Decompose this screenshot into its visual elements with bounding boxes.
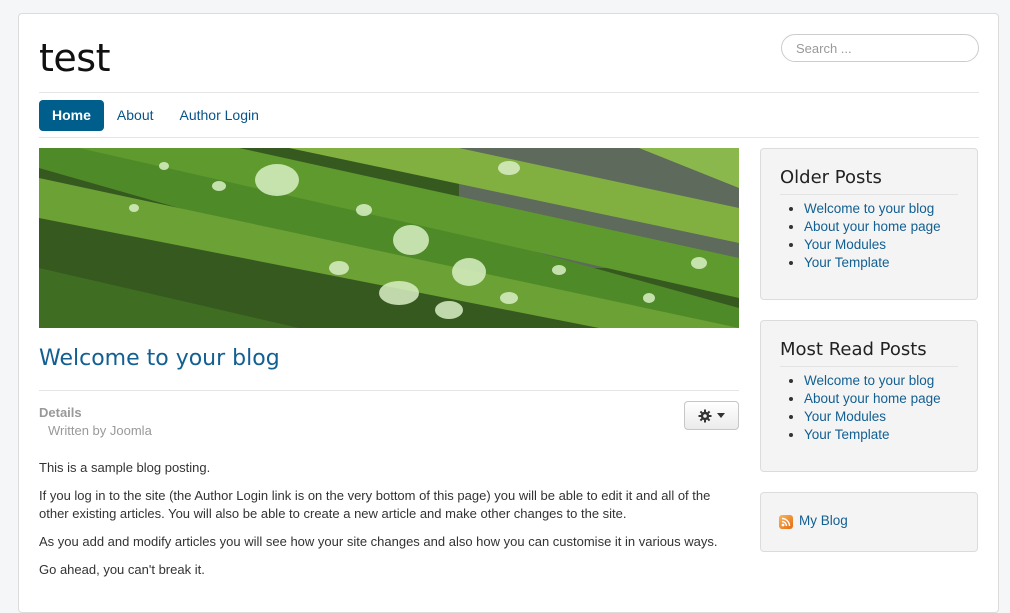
list-item: Your Template <box>804 254 977 272</box>
divider <box>39 92 979 93</box>
main-nav: Home About Author Login <box>39 100 272 131</box>
list-item: About your home page <box>804 390 977 408</box>
post-link[interactable]: About your home page <box>804 219 941 234</box>
article-tools-button[interactable] <box>684 401 739 430</box>
list-item: Welcome to your blog <box>804 200 977 218</box>
my-blog-feed-link[interactable]: My Blog <box>799 513 848 528</box>
article-title[interactable]: Welcome to your blog <box>39 346 280 371</box>
most-read-module: Most Read Posts Welcome to your blog Abo… <box>760 320 978 472</box>
post-link[interactable]: Your Modules <box>804 409 886 424</box>
post-link[interactable]: Welcome to your blog <box>804 373 934 388</box>
post-link[interactable]: Your Modules <box>804 237 886 252</box>
header-image <box>39 148 739 328</box>
article-paragraph: As you add and modify articles you will … <box>39 534 718 549</box>
list-item: Your Modules <box>804 408 977 426</box>
divider <box>780 366 958 367</box>
site-title[interactable]: test <box>39 36 110 80</box>
list-item: Welcome to your blog <box>804 372 977 390</box>
gear-icon <box>698 409 712 422</box>
feed-link-row: My Blog <box>761 493 977 529</box>
caret-down-icon <box>717 413 725 418</box>
article-paragraph: Go ahead, you can't break it. <box>39 562 205 577</box>
nav-item-home[interactable]: Home <box>39 100 104 131</box>
grass-droplets-image <box>39 148 739 328</box>
search-input[interactable] <box>781 34 979 62</box>
article-body: This is a sample blog posting. If you lo… <box>39 459 739 589</box>
page-card: test Home About Author Login <box>18 13 999 613</box>
module-title: Most Read Posts <box>780 339 927 360</box>
post-link[interactable]: About your home page <box>804 391 941 406</box>
list-item: Your Template <box>804 426 977 444</box>
most-read-list: Welcome to your blog About your home pag… <box>761 372 977 444</box>
post-link[interactable]: Your Template <box>804 255 890 270</box>
module-title: Older Posts <box>780 167 882 188</box>
article-author: Written by Joomla <box>48 423 152 438</box>
article-paragraph: This is a sample blog posting. <box>39 460 211 475</box>
divider <box>39 137 979 138</box>
nav-item-author-login[interactable]: Author Login <box>167 100 272 131</box>
feed-module: My Blog <box>760 492 978 552</box>
rss-icon <box>779 515 793 529</box>
divider <box>780 194 958 195</box>
older-posts-list: Welcome to your blog About your home pag… <box>761 200 977 272</box>
details-label: Details <box>39 405 82 420</box>
list-item: Your Modules <box>804 236 977 254</box>
article-paragraph: If you log in to the site (the Author Lo… <box>39 488 711 521</box>
list-item: About your home page <box>804 218 977 236</box>
post-link[interactable]: Welcome to your blog <box>804 201 934 216</box>
nav-item-about[interactable]: About <box>104 100 167 131</box>
post-link[interactable]: Your Template <box>804 427 890 442</box>
older-posts-module: Older Posts Welcome to your blog About y… <box>760 148 978 300</box>
divider <box>39 390 739 391</box>
